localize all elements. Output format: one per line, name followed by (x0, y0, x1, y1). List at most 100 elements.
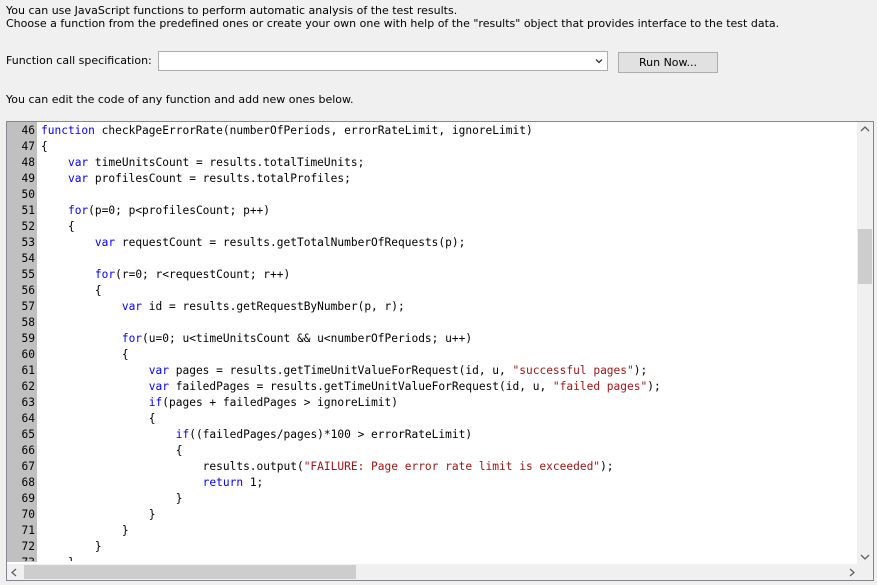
scroll-down-arrow-icon[interactable] (860, 554, 870, 560)
code-token: (pages + failedPages > ignoreLimit) (162, 396, 399, 409)
code-text: if((failedPages/pages)*100 > errorRateLi… (37, 427, 472, 443)
code-line[interactable]: 52 { (7, 219, 859, 235)
code-token: { (41, 412, 156, 425)
code-line[interactable]: 70 } (7, 507, 859, 523)
code-text: function checkPageErrorRate(numberOfPeri… (37, 123, 533, 139)
code-line[interactable]: 60 { (7, 347, 859, 363)
code-token: } (41, 540, 102, 553)
code-token: } (41, 492, 183, 505)
code-line[interactable]: 72 } (7, 539, 859, 555)
function-call-select[interactable] (158, 51, 608, 71)
code-text: var profilesCount = results.totalProfile… (37, 171, 351, 187)
scroll-up-arrow-icon[interactable] (860, 126, 870, 132)
code-token: ((failedPages/pages)*100 > errorRateLimi… (189, 428, 473, 441)
code-line[interactable]: 62 var failedPages = results.getTimeUnit… (7, 379, 859, 395)
code-keyword: var (67, 156, 89, 169)
vertical-scrollbar[interactable] (857, 122, 873, 564)
code-line[interactable]: 57 var id = results.getRequestByNumber(p… (7, 299, 859, 315)
code-keyword: var (148, 380, 169, 393)
horizontal-scroll-thumb[interactable] (24, 565, 356, 579)
code-keyword: return (202, 476, 244, 489)
code-string: "failed pages" (552, 380, 648, 393)
code-keyword: var (148, 364, 169, 377)
line-number: 67 (21, 460, 35, 473)
code-text: } (37, 555, 75, 561)
code-line[interactable]: 54 (7, 251, 859, 267)
scroll-right-arrow-icon[interactable] (849, 568, 855, 577)
code-token: profilesCount = results.totalProfiles; (88, 172, 351, 185)
code-line[interactable]: 73 } (7, 555, 859, 561)
code-line[interactable]: 50 (7, 187, 859, 203)
line-number: 64 (21, 412, 35, 425)
code-keyword: if (148, 396, 163, 409)
code-line[interactable]: 46 function checkPageErrorRate(numberOfPe… (7, 123, 859, 139)
intro-text-line-2: Choose a function from the predefined on… (6, 17, 780, 30)
code-text: results.output("FAILURE: Page error rate… (37, 459, 614, 475)
code-line[interactable]: 58 (7, 315, 859, 331)
code-token: } (41, 508, 156, 521)
code-text: var pages = results.getTimeUnitValueForR… (37, 363, 647, 379)
code-token: } (41, 556, 75, 561)
code-text: for(p=0; p<profilesCount; p++) (37, 203, 270, 219)
line-number: 70 (21, 508, 35, 521)
code-keyword: for (121, 332, 143, 345)
line-number: 46 (21, 124, 35, 137)
code-line[interactable]: 65 if((failedPages/pages)*100 > errorRat… (7, 427, 859, 443)
code-line[interactable]: 47 { (7, 139, 859, 155)
code-line[interactable]: 63 if(pages + failedPages > ignoreLimit) (7, 395, 859, 411)
code-text: var requestCount = results.getTotalNumbe… (37, 235, 465, 251)
intro-text-line-1: You can use JavaScript functions to perf… (6, 4, 458, 17)
line-number: 58 (21, 316, 35, 329)
code-keyword: var (94, 236, 116, 249)
chevron-down-icon (595, 59, 603, 64)
code-line[interactable]: 48 var timeUnitsCount = results.totalTim… (7, 155, 859, 171)
line-number: 47 (21, 140, 35, 153)
line-number: 62 (21, 380, 35, 393)
code-area[interactable]: 46 function checkPageErrorRate(numberOfPe… (7, 123, 859, 561)
code-line[interactable]: 59 for(u=0; u<timeUnitsCount && u<number… (7, 331, 859, 347)
code-line[interactable]: 51 for(p=0; p<profilesCount; p++) (7, 203, 859, 219)
code-token: ); (600, 460, 614, 473)
horizontal-scrollbar[interactable] (7, 564, 859, 580)
code-line[interactable]: 64 { (7, 411, 859, 427)
code-line[interactable]: 61 var pages = results.getTimeUnitValueF… (7, 363, 859, 379)
scroll-left-arrow-icon[interactable] (11, 568, 17, 577)
line-number: 50 (21, 188, 35, 201)
code-token: timeUnitsCount = results.totalTimeUnits; (88, 156, 365, 169)
code-token: (r=0; r<requestCount; r++) (115, 268, 291, 281)
line-number: 48 (21, 156, 35, 169)
code-line[interactable]: 53 var requestCount = results.getTotalNu… (7, 235, 859, 251)
code-line[interactable]: 66 { (7, 443, 859, 459)
code-text: { (37, 283, 102, 299)
line-number: 71 (21, 524, 35, 537)
code-line[interactable]: 67 results.output("FAILURE: Page error r… (7, 459, 859, 475)
code-line[interactable]: 56 { (7, 283, 859, 299)
code-text: } (37, 507, 156, 523)
code-line[interactable]: 49 var profilesCount = results.totalProf… (7, 171, 859, 187)
code-line[interactable]: 55 for(r=0; r<requestCount; r++) (7, 267, 859, 283)
code-editor[interactable]: 46 function checkPageErrorRate(numberOfPe… (6, 121, 874, 581)
vertical-scroll-thumb[interactable] (858, 229, 872, 284)
code-line[interactable]: 71 } (7, 523, 859, 539)
line-number: 66 (21, 444, 35, 457)
run-now-button[interactable]: Run Now... (618, 52, 718, 73)
code-token: { (41, 348, 129, 361)
code-text: for(u=0; u<timeUnitsCount && u<numberOfP… (37, 331, 472, 347)
code-line[interactable]: 69 } (7, 491, 859, 507)
code-token: ); (647, 380, 661, 393)
code-token: failedPages = results.getTimeUnitValueFo… (169, 380, 553, 393)
line-number: 72 (21, 540, 35, 553)
line-number: 61 (21, 364, 35, 377)
line-number: 49 (21, 172, 35, 185)
line-number: 51 (21, 204, 35, 217)
code-token: pages = results.getTimeUnitValueForReque… (169, 364, 513, 377)
code-line[interactable]: 68 return 1; (7, 475, 859, 491)
line-number: 73 (7, 555, 37, 561)
line-number: 55 (21, 268, 35, 281)
code-text: { (37, 347, 129, 363)
